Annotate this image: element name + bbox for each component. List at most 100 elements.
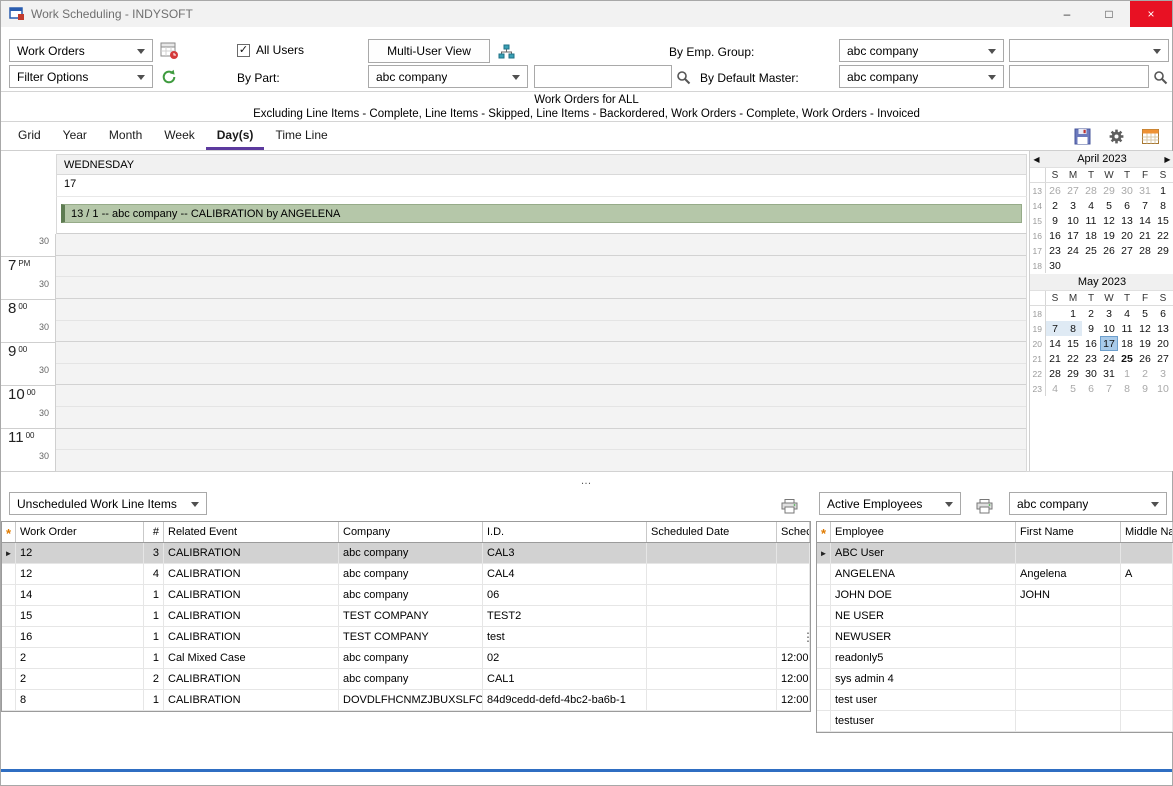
time-slot[interactable]: [56, 256, 1026, 278]
column-header-col2[interactable]: #: [144, 522, 164, 542]
calendar-day[interactable]: 1: [1118, 366, 1136, 381]
filter-options-select[interactable]: Filter Options: [9, 65, 153, 88]
calendar-day[interactable]: 8: [1118, 381, 1136, 396]
table-row[interactable]: 141CALIBRATIONabc company06: [2, 585, 810, 606]
calendar-day[interactable]: 26: [1046, 183, 1064, 198]
event-bar[interactable]: 13 / 1 -- abc company -- CALIBRATION by …: [61, 204, 1022, 223]
calendar-day[interactable]: 20: [1154, 336, 1172, 351]
calendar-day[interactable]: 16: [1046, 228, 1064, 243]
calendar-day[interactable]: 18: [1118, 336, 1136, 351]
tab-month[interactable]: Month: [98, 122, 153, 150]
calendar-day[interactable]: 26: [1100, 243, 1118, 258]
maximize-button[interactable]: □: [1088, 1, 1130, 27]
by-part-select[interactable]: abc company: [368, 65, 528, 88]
time-slot[interactable]: [56, 321, 1026, 343]
calendar-day[interactable]: 15: [1154, 213, 1172, 228]
calendar-day[interactable]: 31: [1100, 366, 1118, 381]
table-row[interactable]: NEWUSER: [817, 627, 1173, 648]
column-header-indicator[interactable]: *: [817, 522, 831, 542]
master-search-input[interactable]: [1009, 65, 1149, 88]
emp-group-select[interactable]: abc company: [839, 39, 1004, 62]
calendar-day[interactable]: 7: [1100, 381, 1118, 396]
calendar-prev-icon[interactable]: ◀: [1030, 155, 1043, 164]
calendar-day[interactable]: 3: [1064, 198, 1082, 213]
calendar-day[interactable]: 4: [1046, 381, 1064, 396]
tab-day-s[interactable]: Day(s): [206, 122, 265, 150]
calendar-day[interactable]: 5: [1100, 198, 1118, 213]
calendar-day[interactable]: 31: [1136, 183, 1154, 198]
calendar-day[interactable]: 30: [1046, 258, 1064, 273]
calendar-day[interactable]: 24: [1100, 351, 1118, 366]
calendar-day[interactable]: 13: [1154, 321, 1172, 336]
calendar-day[interactable]: 27: [1118, 243, 1136, 258]
column-header-first-name[interactable]: First Name: [1016, 522, 1121, 542]
tab-week[interactable]: Week: [153, 122, 205, 150]
calendar-day[interactable]: 7: [1046, 321, 1064, 336]
calendar-day[interactable]: 4: [1082, 198, 1100, 213]
column-header-employee[interactable]: Employee: [831, 522, 1016, 542]
calendar-day[interactable]: 13: [1118, 213, 1136, 228]
column-header-middle-na[interactable]: Middle Na: [1121, 522, 1173, 542]
column-header-indicator[interactable]: *: [2, 522, 16, 542]
table-row[interactable]: readonly5: [817, 648, 1173, 669]
calendar-day[interactable]: 28: [1136, 243, 1154, 258]
calendar-day[interactable]: 7: [1136, 198, 1154, 213]
calendar-day[interactable]: 3: [1100, 306, 1118, 321]
part-search-icon[interactable]: [673, 67, 693, 87]
table-row[interactable]: NE USER: [817, 606, 1173, 627]
table-row[interactable]: ►ABC User: [817, 543, 1173, 564]
master-search-icon[interactable]: [1150, 67, 1170, 87]
part-search-input[interactable]: [534, 65, 672, 88]
calendar-day[interactable]: 27: [1154, 351, 1172, 366]
org-chart-icon[interactable]: [494, 40, 518, 64]
calendar-day[interactable]: 30: [1082, 366, 1100, 381]
table-row[interactable]: JOHN DOEJOHN: [817, 585, 1173, 606]
table-row[interactable]: 22CALIBRATIONabc companyCAL112:00:0: [2, 669, 810, 690]
calendar-day[interactable]: 26: [1136, 351, 1154, 366]
schedule-calendar-icon[interactable]: [157, 39, 181, 63]
time-slot[interactable]: [56, 385, 1026, 407]
print-employees-icon[interactable]: [972, 494, 996, 518]
calendar-day[interactable]: 1: [1154, 183, 1172, 198]
calendar-day[interactable]: 2: [1136, 366, 1154, 381]
calendar-day[interactable]: 15: [1064, 336, 1082, 351]
calendar-day[interactable]: 17: [1064, 228, 1082, 243]
table-row[interactable]: sys admin 4: [817, 669, 1173, 690]
employees-filter-select[interactable]: Active Employees: [819, 492, 961, 515]
table-row[interactable]: ANGELENAAngelenaA: [817, 564, 1173, 585]
calendar-day[interactable]: 19: [1136, 336, 1154, 351]
calendar-day[interactable]: 20: [1118, 228, 1136, 243]
calendar-day[interactable]: 12: [1136, 321, 1154, 336]
minimize-button[interactable]: –: [1046, 1, 1088, 27]
calendar-day[interactable]: 28: [1046, 366, 1064, 381]
calendar-day[interactable]: 22: [1154, 228, 1172, 243]
calendar-day[interactable]: 14: [1136, 213, 1154, 228]
multi-user-view-button[interactable]: Multi-User View: [368, 39, 490, 63]
calendar-day[interactable]: 6: [1118, 198, 1136, 213]
time-slot[interactable]: [56, 429, 1026, 451]
calendar-day[interactable]: 3: [1154, 366, 1172, 381]
emp-group-extra-select[interactable]: [1009, 39, 1169, 62]
table-row[interactable]: 161CALIBRATIONTEST COMPANYtest: [2, 627, 810, 648]
column-header-schec[interactable]: Schec: [777, 522, 810, 542]
calendar-day[interactable]: 2: [1046, 198, 1064, 213]
calendar-day[interactable]: 23: [1082, 351, 1100, 366]
calendar-day[interactable]: 5: [1064, 381, 1082, 396]
table-row[interactable]: testuser: [817, 711, 1173, 732]
calendar-day[interactable]: 29: [1154, 243, 1172, 258]
vertical-splitter[interactable]: ⋮: [803, 613, 813, 661]
calendar-day[interactable]: 28: [1082, 183, 1100, 198]
table-row[interactable]: ►123CALIBRATIONabc companyCAL3: [2, 543, 810, 564]
all-day-area[interactable]: 13 / 1 -- abc company -- CALIBRATION by …: [56, 197, 1027, 234]
column-header-company[interactable]: Company: [339, 522, 483, 542]
calendar-day[interactable]: 22: [1064, 351, 1082, 366]
close-button[interactable]: ×: [1130, 1, 1172, 27]
calendar-day[interactable]: 2: [1082, 306, 1100, 321]
calendar-day[interactable]: 21: [1136, 228, 1154, 243]
calendar-day[interactable]: 9: [1136, 381, 1154, 396]
time-slot[interactable]: [56, 407, 1026, 429]
calendar-day[interactable]: 14: [1046, 336, 1064, 351]
calendar-day[interactable]: 9: [1046, 213, 1064, 228]
calendar-day[interactable]: 21: [1046, 351, 1064, 366]
table-row[interactable]: 124CALIBRATIONabc companyCAL4: [2, 564, 810, 585]
